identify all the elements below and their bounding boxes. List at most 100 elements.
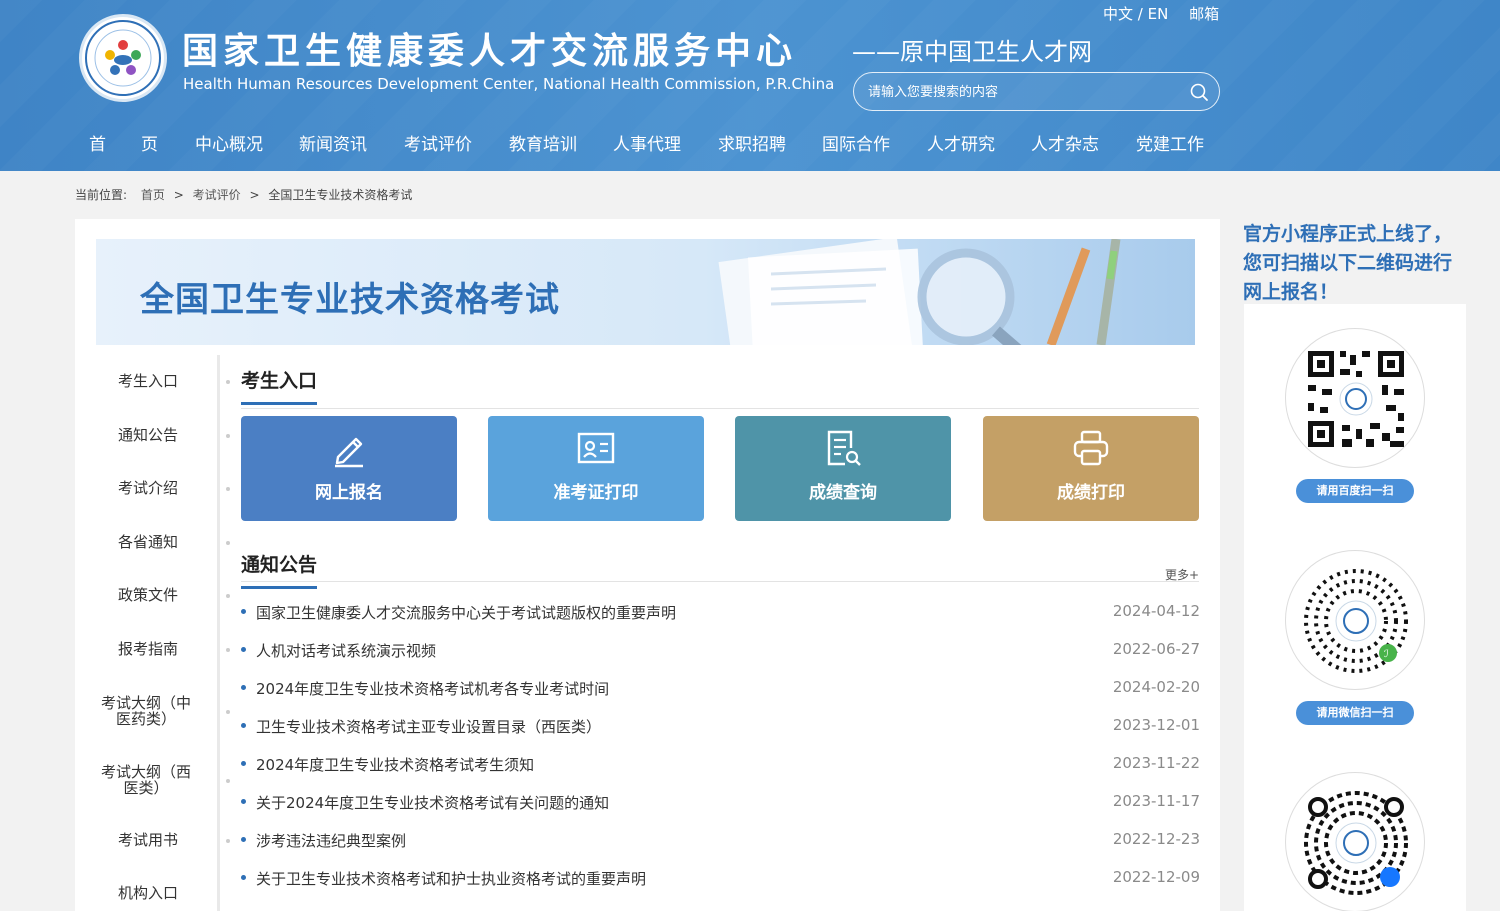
search-box — [853, 72, 1220, 111]
site-title-english: Health Human Resources Development Cente… — [183, 75, 835, 93]
notice-item[interactable]: 关于卫生专业技术资格考试和护士执业资格考试的重要声明 2022-12-09 — [241, 867, 1200, 889]
nav-item-magazine[interactable]: 人才杂志 — [1031, 130, 1099, 155]
bullet-icon — [241, 761, 246, 766]
nav-item-party[interactable]: 党建工作 — [1136, 130, 1204, 155]
notice-item[interactable]: 人机对话考试系统演示视频 2022-06-27 — [241, 639, 1200, 661]
admission-ticket-print-button[interactable]: 准考证打印 — [488, 416, 704, 521]
qr-code-column: 请用百度扫一扫 ℐ 请用微信扫一扫 — [1244, 304, 1466, 911]
notice-section-title: 通知公告 — [241, 550, 318, 589]
notice-title[interactable]: 2024年度卫生专业技术资格考试考生须知 — [256, 754, 534, 775]
baidu-scan-button[interactable]: 请用百度扫一扫 — [1296, 479, 1414, 503]
top-links: 中文 / EN 邮箱 — [1103, 3, 1219, 24]
notice-title[interactable]: 国家卫生健康委人才交流服务中心关于考试试题版权的重要声明 — [256, 602, 676, 623]
wechat-scan-button[interactable]: 请用微信扫一扫 — [1296, 701, 1414, 725]
tile-label: 网上报名 — [315, 483, 383, 503]
sidebar-item-institution-entry[interactable]: 机构入口 — [96, 885, 200, 901]
notice-item[interactable]: 卫生专业技术资格考试主亚专业设置目录（西医类） 2023-12-01 — [241, 715, 1200, 737]
nav-item-home-1[interactable]: 首 — [89, 130, 106, 155]
bullet-icon — [241, 799, 246, 804]
notice-title[interactable]: 关于2024年度卫生专业技术资格考试有关问题的通知 — [256, 792, 609, 813]
sidebar-item-policies[interactable]: 政策文件 — [96, 587, 200, 603]
notice-more-link[interactable]: 更多+ — [1165, 566, 1199, 583]
nav-item-jobs[interactable]: 求职招聘 — [718, 130, 786, 155]
bullet-icon — [241, 875, 246, 880]
notice-date: 2023-12-01 — [1112, 716, 1200, 734]
sidebar-dot — [226, 594, 230, 598]
notice-title[interactable]: 人机对话考试系统演示视频 — [256, 640, 436, 661]
notice-date: 2022-06-27 — [1112, 640, 1200, 658]
online-registration-button[interactable]: 网上报名 — [241, 416, 457, 521]
nav-item-personnel[interactable]: 人事代理 — [613, 130, 681, 155]
site-header: 国家卫生健康委人才交流服务中心 Health Human Resources D… — [0, 0, 1500, 171]
notice-date: 2023-11-17 — [1112, 792, 1200, 810]
sidebar-item-syllabus-western[interactable]: 考试大纲（西医类） — [98, 764, 194, 796]
alipay-mini-program-code-icon — [1304, 791, 1408, 895]
bullet-icon — [241, 723, 246, 728]
notice-item[interactable]: 2024年度卫生专业技术资格考试考生须知 2023-11-22 — [241, 753, 1200, 775]
sidebar-item-books[interactable]: 考试用书 — [96, 832, 200, 848]
sidebar-item-province-notices[interactable]: 各省通知 — [96, 534, 200, 550]
sidebar-dot — [226, 380, 230, 384]
mini-program-promo-text: 官方小程序正式上线了，您可扫描以下二维码进行网上报名！ — [1243, 223, 1453, 303]
nav-item-about[interactable]: 中心概况 — [195, 130, 263, 155]
notice-title[interactable]: 涉考违法违纪典型案例 — [256, 830, 406, 851]
search-icon[interactable] — [1189, 82, 1209, 102]
search-input[interactable] — [868, 82, 1178, 102]
language-switch[interactable]: 中文 / EN — [1103, 5, 1168, 23]
notice-item[interactable]: 关于2024年度卫生专业技术资格考试有关问题的通知 2023-11-17 — [241, 791, 1200, 813]
nav-item-news[interactable]: 新闻资讯 — [299, 130, 367, 155]
printer-icon — [1073, 430, 1109, 466]
nav-item-exams[interactable]: 考试评价 — [404, 130, 472, 155]
breadcrumb-exams[interactable]: 考试评价 — [193, 188, 241, 202]
breadcrumb: 当前位置: 首页 > 考试评价 > 全国卫生专业技术资格考试 — [75, 186, 412, 203]
sidebar-item-syllabus-tcm[interactable]: 考试大纲（中医药类） — [98, 695, 194, 727]
site-title: 国家卫生健康委人才交流服务中心 — [182, 31, 798, 72]
site-logo[interactable] — [79, 14, 167, 102]
tile-label: 成绩打印 — [1057, 483, 1125, 503]
tile-label: 成绩查询 — [809, 483, 877, 503]
sidebar-item-exam-intro[interactable]: 考试介绍 — [96, 480, 200, 496]
breadcrumb-separator: > — [173, 188, 184, 202]
sidebar-dot — [226, 541, 230, 545]
baidu-qr-code — [1285, 328, 1425, 468]
entry-section-header: 考生入口 — [241, 366, 1199, 409]
breadcrumb-prefix: 当前位置: — [75, 188, 128, 202]
notice-title[interactable]: 2024年度卫生专业技术资格考试机考各专业考试时间 — [256, 678, 609, 699]
notice-item[interactable]: 2024年度卫生专业技术资格考试机考各专业考试时间 2024-02-20 — [241, 677, 1200, 699]
score-query-button[interactable]: 成绩查询 — [735, 416, 951, 521]
notice-date: 2024-02-20 — [1112, 678, 1200, 696]
pen-icon — [335, 437, 363, 468]
bullet-icon — [241, 647, 246, 652]
notice-date: 2022-12-23 — [1112, 830, 1200, 848]
notice-title[interactable]: 卫生专业技术资格考试主亚专业设置目录（西医类） — [256, 716, 601, 737]
nav-item-training[interactable]: 教育培训 — [509, 130, 577, 155]
notice-item[interactable]: 涉考违法违纪典型案例 2022-12-23 — [241, 829, 1200, 851]
nav-item-home-2[interactable]: 页 — [141, 130, 158, 155]
sidebar-item-candidate-entry[interactable]: 考生入口 — [96, 373, 200, 389]
banner-title: 全国卫生专业技术资格考试 — [140, 280, 560, 320]
sidebar-dot — [226, 487, 230, 491]
sidebar-item-guide[interactable]: 报考指南 — [96, 641, 200, 657]
svg-text:ℐ: ℐ — [1384, 649, 1389, 660]
notice-section-header: 通知公告 更多+ — [241, 550, 1199, 589]
email-link[interactable]: 邮箱 — [1189, 5, 1219, 23]
notice-title[interactable]: 关于卫生专业技术资格考试和护士执业资格考试的重要声明 — [256, 868, 646, 889]
sidebar-item-notices[interactable]: 通知公告 — [96, 427, 200, 443]
wechat-qr-code: ℐ — [1285, 550, 1425, 690]
site-subtitle: ——原中国卫生人才网 — [852, 38, 1092, 66]
score-print-button[interactable]: 成绩打印 — [983, 416, 1199, 521]
search-document-icon — [827, 430, 861, 466]
sidebar-dot — [226, 779, 230, 783]
banner-illustration-icon — [718, 239, 1121, 345]
notice-date: 2024-04-12 — [1112, 602, 1200, 620]
notice-item[interactable]: 国家卫生健康委人才交流服务中心关于考试试题版权的重要声明 2024-04-12 — [241, 601, 1200, 623]
logo-emblem-icon — [85, 20, 161, 96]
sidebar-dot — [226, 648, 230, 652]
nav-item-international[interactable]: 国际合作 — [822, 130, 890, 155]
tile-label: 准考证打印 — [553, 483, 639, 503]
sidebar-dot — [226, 710, 230, 714]
bullet-icon — [241, 837, 246, 842]
page-banner: 全国卫生专业技术资格考试 — [96, 239, 1195, 345]
nav-item-research[interactable]: 人才研究 — [927, 130, 995, 155]
breadcrumb-home[interactable]: 首页 — [141, 188, 165, 202]
